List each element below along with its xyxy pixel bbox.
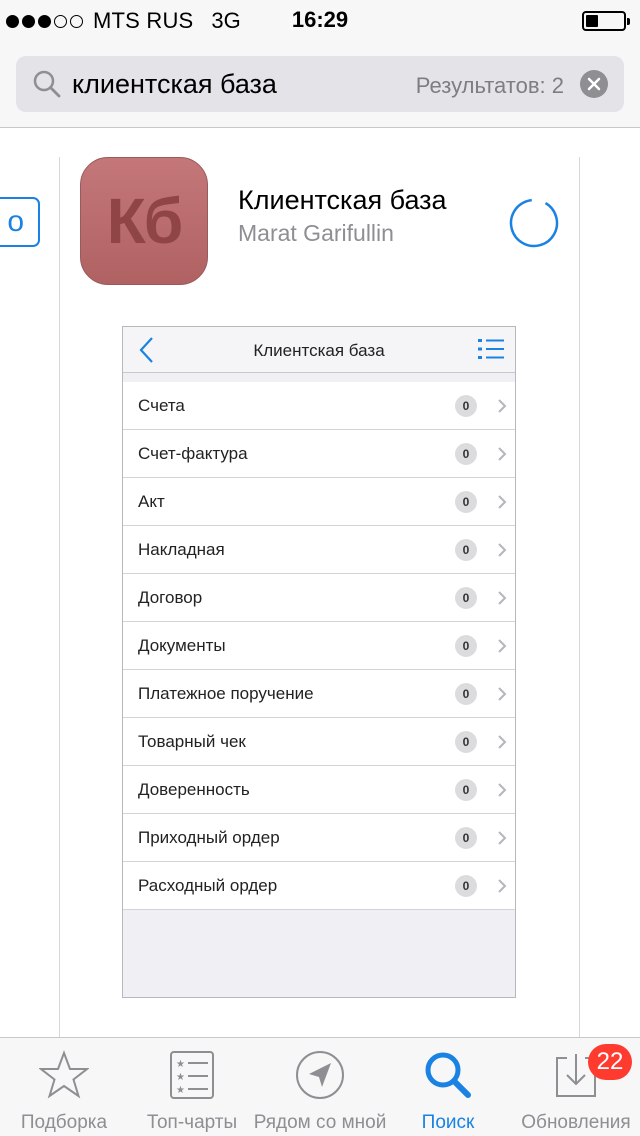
tab-near-me[interactable]: Рядом со мной: [254, 1038, 386, 1136]
list-item: Договор 0: [123, 574, 515, 622]
chevron-right-icon: [498, 687, 507, 701]
tab-label: Поиск: [421, 1112, 475, 1133]
tab-label: Обновления: [521, 1112, 631, 1133]
list-item-label: Расходный ордер: [138, 876, 278, 895]
star-icon: [39, 1050, 89, 1099]
list-item-label: Договор: [138, 588, 203, 607]
chevron-right-icon: [498, 879, 507, 893]
search-results: o Кб Клиентская база Marat Garifullin Кл…: [0, 129, 640, 1037]
screenshot-section-gap: [123, 374, 515, 382]
count-badge: 0: [455, 491, 477, 513]
list-item-label: Документы: [138, 636, 226, 655]
search-icon: [425, 1052, 471, 1098]
list-item-label: Доверенность: [138, 780, 250, 799]
search-field[interactable]: клиентская база Результатов: 2: [16, 56, 624, 112]
chevron-right-icon: [498, 399, 507, 413]
chevron-right-icon: [498, 735, 507, 749]
previous-result-button-label: o: [7, 205, 24, 238]
tab-label: Рядом со мной: [253, 1112, 387, 1133]
tab-label: Топ-чарты: [146, 1112, 238, 1133]
list-item: Накладная 0: [123, 526, 515, 574]
tab-top-charts[interactable]: ★ ★ ★ Топ-чарты: [128, 1038, 256, 1136]
results-count: Результатов: 2: [415, 73, 564, 98]
count-badge: 0: [455, 587, 477, 609]
count-badge: 0: [455, 539, 477, 561]
card-divider-right: [579, 157, 580, 1037]
search-header: клиентская база Результатов: 2: [0, 40, 640, 128]
count-badge: 0: [455, 443, 477, 465]
search-input[interactable]: клиентская база: [72, 69, 277, 100]
card-divider-left: [59, 157, 60, 1037]
svg-text:★: ★: [176, 1072, 185, 1083]
list-item: Платежное поручение 0: [123, 670, 515, 718]
tab-updates[interactable]: 22 Обновления: [512, 1038, 640, 1136]
list-item-label: Счета: [138, 396, 185, 415]
list-item: Счет-фактура 0: [123, 430, 515, 478]
count-badge: 0: [455, 731, 477, 753]
svg-text:★: ★: [176, 1059, 185, 1070]
chevron-right-icon: [498, 447, 507, 461]
list-item-label: Счет-фактура: [138, 444, 248, 463]
battery-level: [586, 15, 598, 27]
battery-icon: [582, 11, 630, 31]
screenshot-list: Счета 0 Счет-фактура 0 Акт 0 Накладная 0 Договор…: [123, 382, 515, 910]
app-name[interactable]: Клиентская база: [238, 185, 447, 216]
list-item-label: Акт: [138, 492, 165, 511]
count-badge: 0: [455, 395, 477, 417]
list-item: Расходный ордер 0: [123, 862, 515, 910]
list-item-label: Товарный чек: [138, 732, 246, 751]
list-item: Документы 0: [123, 622, 515, 670]
list-icon: ★ ★ ★: [170, 1051, 214, 1099]
list-item: Приходный ордер 0: [123, 814, 515, 862]
count-badge: 0: [455, 779, 477, 801]
chevron-right-icon: [498, 495, 507, 509]
app-developer: Marat Garifullin: [238, 220, 394, 246]
clear-icon: [587, 77, 601, 91]
clear-search-button[interactable]: [580, 70, 608, 98]
list-item-label: Приходный ордер: [138, 828, 280, 847]
screenshot-nav-bar: Клиентская база: [123, 327, 515, 373]
app-icon-text: Кб: [106, 185, 184, 257]
count-badge: 0: [455, 635, 477, 657]
list-item: Доверенность 0: [123, 766, 515, 814]
screenshot-title: Клиентская база: [253, 341, 385, 360]
tab-featured[interactable]: Подборка: [0, 1038, 128, 1136]
chevron-right-icon: [498, 831, 507, 845]
chevron-right-icon: [498, 783, 507, 797]
status-time: 16:29: [291, 7, 349, 32]
count-badge: 0: [455, 683, 477, 705]
list-item: Товарный чек 0: [123, 718, 515, 766]
location-icon: [296, 1051, 344, 1099]
list-icon: [478, 339, 504, 359]
app-screenshot[interactable]: Клиентская база Счета 0 Счет-фактура 0 Акт 0 Н…: [122, 326, 516, 998]
chevron-right-icon: [498, 591, 507, 605]
tab-search[interactable]: Поиск: [384, 1038, 512, 1136]
tab-bar: Подборка ★ ★ ★ Топ-чарты Рядом со мной П…: [0, 1037, 640, 1136]
updates-badge: 22: [588, 1044, 632, 1080]
battery-tip: [627, 18, 630, 25]
svg-text:★: ★: [176, 1085, 185, 1096]
previous-result-button[interactable]: o: [0, 197, 40, 247]
app-icon[interactable]: Кб: [80, 157, 208, 285]
count-badge: 0: [455, 875, 477, 897]
list-item: Акт 0: [123, 478, 515, 526]
search-icon: [33, 70, 61, 98]
count-badge: 0: [455, 827, 477, 849]
list-item: Счета 0: [123, 382, 515, 430]
status-bar: MTS RUS 3G 16:29: [0, 0, 640, 40]
list-item-label: Платежное поручение: [138, 684, 314, 703]
chevron-right-icon: [498, 543, 507, 557]
download-progress-icon[interactable]: [508, 197, 560, 249]
list-item-label: Накладная: [138, 540, 225, 559]
chevron-right-icon: [498, 639, 507, 653]
